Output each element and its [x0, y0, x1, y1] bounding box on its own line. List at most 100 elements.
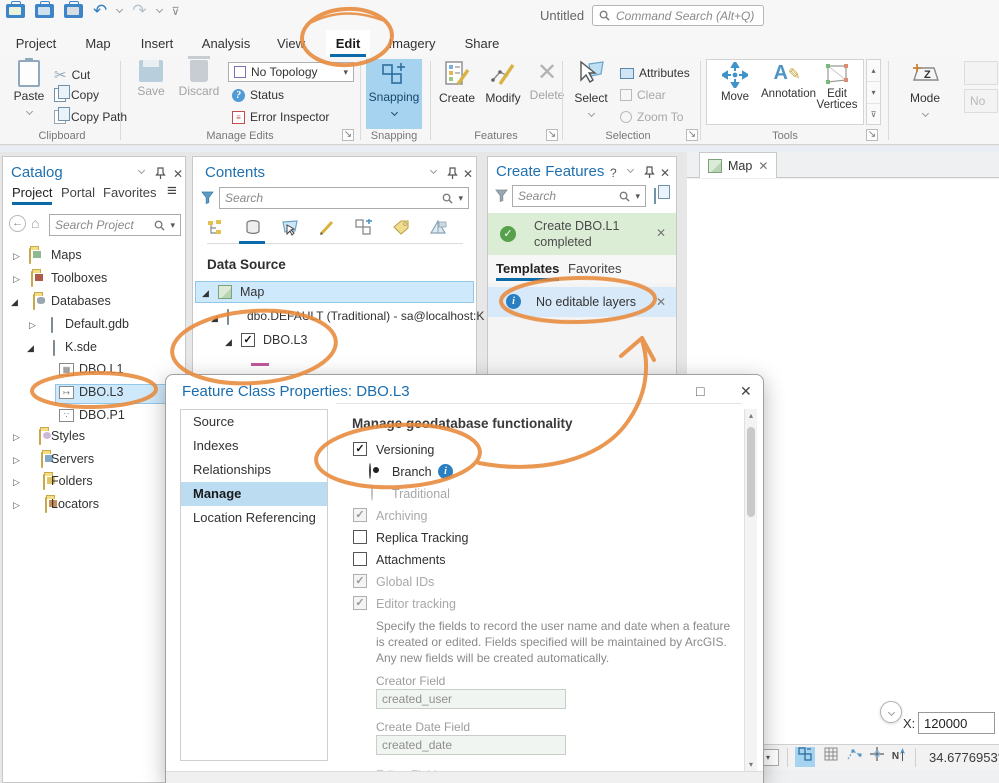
catalog-back-icon[interactable]: ← [9, 215, 26, 232]
create-features-search-input[interactable]: Search ▾ [512, 185, 646, 207]
attributes-button[interactable]: Attributes [620, 66, 690, 80]
contents-filter-icon[interactable] [201, 191, 214, 204]
catalog-item-folders[interactable]: Folders [51, 474, 93, 488]
tab-view[interactable]: View [268, 30, 314, 57]
catalog-item-defaultgdb[interactable]: Default.gdb [65, 317, 129, 331]
mode-dropdown-icon[interactable] [921, 109, 929, 118]
contents-item-version[interactable]: dbo.DEFAULT (Traditional) - sa@localhost… [247, 309, 484, 323]
catalog-tab-portal[interactable]: Portal [61, 185, 95, 200]
tools-gallery-scrollbar[interactable]: ▴ ▾ ⊽ [866, 59, 881, 125]
redo-dropdown-icon[interactable] [155, 5, 163, 14]
contents-item-map[interactable]: ◢ Map [195, 281, 474, 303]
branch-radio[interactable] [369, 463, 371, 479]
scroll-up-icon[interactable]: ▴ [745, 409, 757, 423]
databases-expander[interactable]: ◢ [11, 297, 18, 308]
x-coordinate-input[interactable] [918, 712, 995, 734]
tab-project[interactable]: Project [8, 30, 64, 57]
traditional-radio[interactable] [371, 485, 373, 501]
open-project-icon[interactable] [35, 1, 54, 18]
selection-launcher[interactable]: ↘ [686, 129, 698, 141]
catalog-dropdown-icon[interactable] [137, 166, 146, 175]
catalog-tab-favorites[interactable]: Favorites [103, 185, 156, 200]
redo-icon[interactable]: ↷ [132, 2, 146, 19]
list-by-data-source-icon[interactable] [244, 219, 262, 237]
gallery-up-icon[interactable]: ▴ [867, 60, 880, 82]
locators-expander[interactable]: ▷ [13, 500, 20, 511]
mode-button[interactable]: Z Mode [902, 60, 948, 119]
branch-info-icon[interactable]: i [438, 464, 453, 479]
catalog-pin-icon[interactable] [155, 167, 166, 180]
create-features-close-icon[interactable]: ✕ [660, 166, 670, 180]
map-tab-close-icon[interactable]: ✕ [758, 159, 768, 173]
tab-imagery[interactable]: Imagery [382, 30, 442, 57]
catalog-item-dbol3[interactable]: DBO.L3 [79, 385, 123, 399]
contents-close-icon[interactable]: ✕ [463, 167, 473, 181]
tab-favorites[interactable]: Favorites [568, 261, 621, 276]
servers-expander[interactable]: ▷ [13, 455, 20, 466]
toolboxes-expander[interactable]: ▷ [13, 274, 20, 285]
copy-button[interactable]: Copy [54, 85, 99, 102]
cut-button[interactable]: ✂ Cut [54, 66, 90, 84]
gallery-expand-icon[interactable]: ⊽ [867, 104, 880, 126]
contents-pin-icon[interactable] [447, 167, 458, 180]
snapping-dropdown-icon[interactable] [390, 108, 398, 117]
create-features-help-icon[interactable]: ? [610, 166, 617, 180]
manage-templates-icon[interactable] [654, 188, 656, 204]
catalog-item-styles[interactable]: Styles [51, 429, 85, 443]
folders-expander[interactable]: ▷ [13, 477, 20, 488]
tab-share[interactable]: Share [458, 30, 506, 57]
status-button[interactable]: ? Status [232, 88, 284, 102]
creator-field-input[interactable] [376, 689, 566, 709]
catalog-tab-project[interactable]: Project [12, 185, 53, 205]
list-by-drawing-order-icon[interactable] [207, 219, 225, 237]
catalog-search-input[interactable]: Search Project ▾ [49, 214, 181, 236]
nav-location-referencing[interactable]: Location Referencing [181, 506, 327, 530]
toast-close-icon[interactable]: ✕ [656, 226, 666, 240]
snapping-button[interactable]: Snapping [366, 59, 422, 129]
catalog-item-toolboxes[interactable]: Toolboxes [51, 271, 107, 285]
new-project-icon[interactable] [6, 1, 25, 18]
global-ids-checkbox[interactable]: ✓ [353, 574, 367, 588]
tab-edit[interactable]: Edit [326, 30, 370, 57]
map-view-tab[interactable]: Map ✕ [699, 152, 778, 178]
notice-close-icon[interactable]: ✕ [656, 295, 666, 309]
catalog-item-dbol1[interactable]: DBO.L1 [79, 362, 123, 376]
zoom-to-button[interactable]: Zoom To [620, 110, 683, 124]
status-north-icon[interactable]: N [889, 747, 909, 767]
discard-edits-button[interactable]: Discard [176, 56, 222, 98]
topology-combobox[interactable]: No Topology ▾ [228, 62, 354, 82]
layer-line-symbol[interactable] [251, 363, 269, 366]
version-expander[interactable]: ◢ [211, 313, 218, 324]
contents-item-layer[interactable]: DBO.L3 [263, 333, 307, 347]
contents-search-input[interactable]: Search ▾ [219, 187, 469, 209]
nav-source[interactable]: Source [181, 410, 327, 434]
list-by-selection-icon[interactable] [281, 219, 299, 237]
select-button[interactable]: Select [568, 60, 614, 119]
replica-tracking-checkbox[interactable]: ✓ [353, 530, 367, 544]
create-features-filter-icon[interactable] [495, 189, 508, 202]
catalog-home-icon[interactable]: ⌂ [31, 215, 39, 231]
list-by-editing-icon[interactable] [318, 219, 336, 237]
catalog-item-ksde[interactable]: K.sde [65, 340, 97, 354]
defaultgdb-expander[interactable]: ▷ [29, 320, 36, 331]
save-project-icon[interactable] [64, 1, 83, 18]
move-tool[interactable]: Move [709, 60, 761, 103]
scroll-down-icon[interactable]: ▾ [745, 760, 757, 769]
status-grid-icon[interactable] [821, 747, 841, 767]
select-dropdown-icon[interactable] [587, 109, 595, 118]
status-crosshair-icon[interactable] [867, 747, 887, 767]
edit-vertices-tool[interactable]: Edit Vertices [811, 62, 863, 111]
layer-expander[interactable]: ◢ [225, 337, 232, 348]
clear-button[interactable]: Clear [620, 88, 666, 102]
delete-button[interactable]: ✕ Delete [524, 60, 570, 103]
dialog-close-icon[interactable]: ✕ [740, 383, 752, 400]
create-features-pin-icon[interactable] [644, 166, 655, 179]
styles-expander[interactable]: ▷ [13, 432, 20, 443]
copy-path-button[interactable]: Copy Path [54, 107, 127, 124]
catalog-item-locators[interactable]: Locators [51, 497, 99, 511]
undo-dropdown-icon[interactable] [116, 5, 124, 14]
tab-templates[interactable]: Templates [496, 261, 560, 281]
catalog-item-servers[interactable]: Servers [51, 452, 94, 466]
catalog-item-databases[interactable]: Databases [51, 294, 111, 308]
archiving-checkbox[interactable]: ✓ [353, 508, 367, 522]
